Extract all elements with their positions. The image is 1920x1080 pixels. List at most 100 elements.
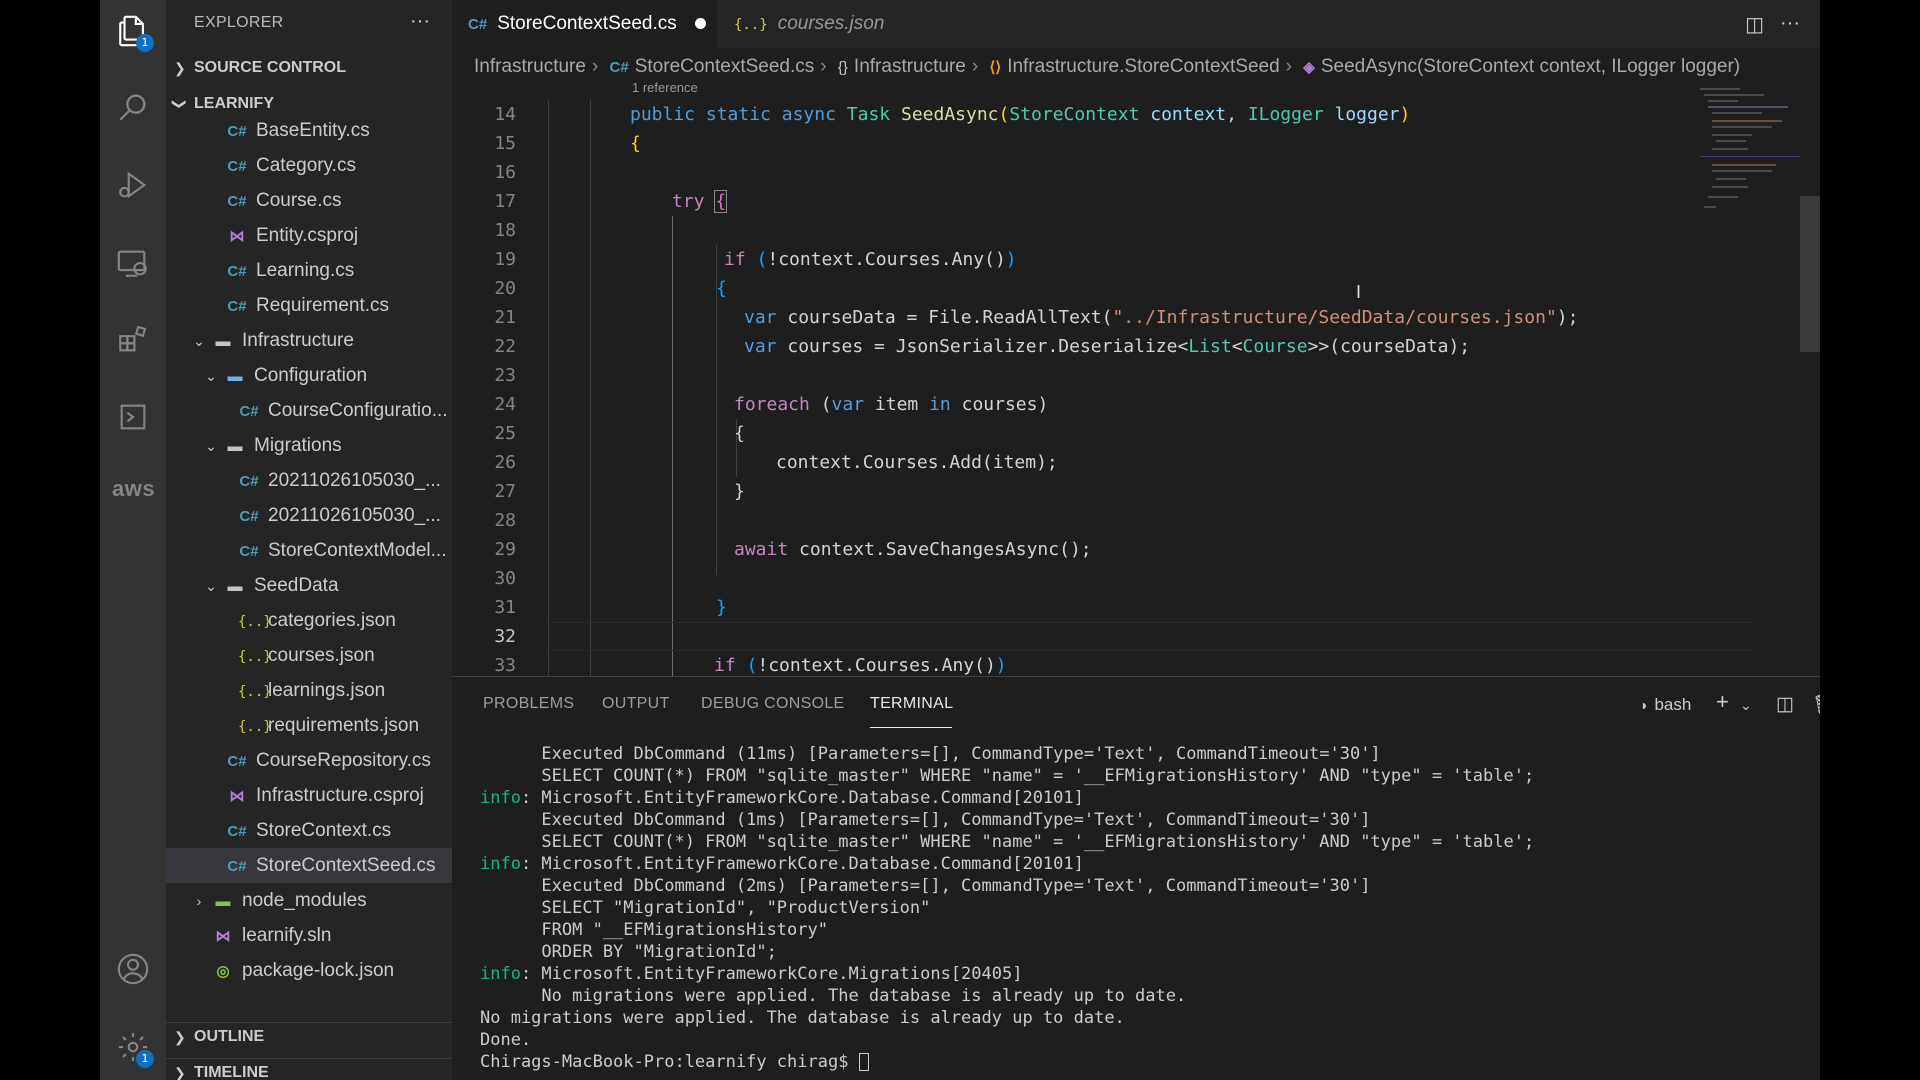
file-label: CourseConfiguratio... bbox=[268, 400, 448, 421]
code-line: 27} bbox=[452, 477, 1752, 506]
token: courses bbox=[950, 394, 1038, 415]
file-courseconfiguration[interactable]: C# CourseConfiguratio... bbox=[166, 393, 452, 428]
file-package-lock[interactable]: ◎ package-lock.json bbox=[166, 953, 452, 988]
tab-debug-console[interactable]: DEBUG CONSOLE bbox=[701, 695, 845, 713]
terminal-output[interactable]: Executed DbCommand (11ms) [Parameters=[]… bbox=[480, 743, 1800, 1080]
tab-output[interactable]: OUTPUT bbox=[602, 695, 670, 713]
tab-problems[interactable]: PROBLEMS bbox=[483, 695, 574, 713]
editor-scrollbar[interactable] bbox=[1800, 196, 1820, 352]
minimap-line bbox=[1712, 148, 1748, 150]
file-courses-json[interactable]: {..}courses.json bbox=[166, 638, 452, 673]
node-folder-icon: ▬ bbox=[215, 893, 231, 910]
file-label: Entity.csproj bbox=[256, 225, 359, 246]
code-line: 29 await context.SaveChangesAsync(); bbox=[452, 535, 1752, 564]
chevron-right-icon: › bbox=[971, 56, 979, 77]
remote-explorer-icon[interactable] bbox=[116, 246, 150, 280]
chevron-down-icon: ⌄ bbox=[205, 368, 217, 384]
file-course[interactable]: C# Course.cs bbox=[166, 183, 452, 218]
file-categories-json[interactable]: {..}categories.json bbox=[166, 603, 452, 638]
terminal-line: SELECT "MigrationId", "ProductVersion" bbox=[480, 898, 931, 918]
split-terminal-icon[interactable]: ◫ bbox=[1776, 693, 1794, 716]
file-storecontext[interactable]: C# StoreContext.cs bbox=[166, 813, 452, 848]
account-icon[interactable] bbox=[116, 952, 150, 986]
file-learnings-json[interactable]: {..}learnings.json bbox=[166, 673, 452, 708]
breadcrumb-item[interactable]: Infrastructure bbox=[474, 56, 586, 77]
shell-label: bash bbox=[1654, 695, 1692, 714]
file-label: Category.cs bbox=[256, 155, 356, 176]
breadcrumb-item[interactable]: Infrastructure.StoreContextSeed bbox=[1007, 56, 1279, 77]
file-requirements-json[interactable]: {..}requirements.json bbox=[166, 708, 452, 743]
tab-courses-json[interactable]: {..} courses.json bbox=[718, 0, 898, 48]
line-number: 24 bbox=[494, 394, 516, 415]
file-label: StoreContext.cs bbox=[256, 820, 392, 841]
file-requirement[interactable]: C# Requirement.cs bbox=[166, 288, 452, 323]
timeline-section[interactable]: ❯ TIMELINE bbox=[166, 1058, 452, 1080]
code-line: 21 var courseData = File.ReadAllText("../… bbox=[452, 303, 1752, 332]
folder-migrations[interactable]: ⌄ ▬ Migrations bbox=[166, 428, 452, 463]
terminal-icon[interactable] bbox=[116, 400, 150, 434]
breadcrumb-item[interactable]: StoreContextSeed.cs bbox=[635, 56, 815, 77]
file-infrastructure-csproj[interactable]: ⋈ Infrastructure.csproj bbox=[166, 778, 452, 813]
line-number: 14 bbox=[494, 104, 516, 125]
tab-storecontextseed[interactable]: C# StoreContextSeed.cs bbox=[452, 0, 718, 48]
token: { bbox=[734, 423, 745, 444]
minimap-line bbox=[1712, 170, 1772, 172]
folder-infrastructure[interactable]: ⌄ ▬ Infrastructure bbox=[166, 323, 452, 358]
csharp-file-icon: C# bbox=[468, 16, 488, 33]
new-terminal-icon[interactable]: + bbox=[1716, 689, 1729, 715]
token: { bbox=[630, 133, 641, 154]
csharp-file-icon: C# bbox=[227, 823, 247, 840]
terminal-prompt[interactable]: Chirags-MacBook-Pro:learnify chirag$ bbox=[480, 1051, 869, 1073]
project-label: LEARNIFY bbox=[194, 95, 274, 112]
more-actions-icon[interactable]: ··· bbox=[1780, 12, 1800, 35]
chevron-down-icon[interactable]: ⌄ bbox=[1740, 697, 1752, 714]
terminal-shell-selector[interactable]: ◗ bash bbox=[1640, 695, 1691, 715]
split-editor-icon[interactable]: ◫ bbox=[1745, 12, 1764, 37]
line-number: 23 bbox=[494, 365, 516, 386]
run-debug-icon[interactable] bbox=[116, 168, 150, 202]
file-migration-1[interactable]: C# 20211026105030_... bbox=[166, 463, 452, 498]
unsaved-dot-icon[interactable] bbox=[694, 18, 706, 30]
file-migration-2[interactable]: C# 20211026105030_... bbox=[166, 498, 452, 533]
tab-terminal[interactable]: TERMINAL bbox=[870, 695, 953, 713]
settings-gear-icon[interactable]: 1 bbox=[116, 1030, 154, 1068]
aws-icon[interactable]: aws bbox=[112, 476, 155, 502]
search-icon[interactable] bbox=[116, 90, 150, 124]
more-actions-icon[interactable]: ··· bbox=[410, 10, 430, 33]
folder-seeddata[interactable]: ⌄ ▬ SeedData bbox=[166, 568, 452, 603]
line-number: 20 bbox=[494, 278, 516, 299]
token: List bbox=[1188, 336, 1232, 357]
breadcrumb-item[interactable]: Infrastructure bbox=[854, 56, 966, 77]
code-line: 15 { bbox=[452, 129, 1752, 158]
csharp-file-icon: C# bbox=[609, 59, 629, 76]
file-label: Learning.cs bbox=[256, 260, 355, 281]
file-storecontextmodel[interactable]: C# StoreContextModel... bbox=[166, 533, 452, 568]
extensions-icon[interactable] bbox=[116, 322, 150, 356]
token: public bbox=[630, 104, 696, 125]
explorer-badge: 1 bbox=[136, 34, 154, 52]
terminal-line: SELECT COUNT(*) FROM "sqlite_master" WHE… bbox=[480, 832, 1535, 852]
file-baseentity[interactable]: C# BaseEntity.cs bbox=[166, 113, 452, 148]
file-category[interactable]: C# Category.cs bbox=[166, 148, 452, 183]
token: >>(courseData); bbox=[1307, 336, 1471, 357]
outline-section[interactable]: ❯ OUTLINE bbox=[166, 1022, 452, 1050]
file-storecontextseed[interactable]: C# StoreContextSeed.cs bbox=[166, 848, 452, 883]
codelens-references[interactable]: 1 reference bbox=[632, 80, 698, 95]
file-entity-csproj[interactable]: ⋈ Entity.csproj bbox=[166, 218, 452, 253]
token: ) bbox=[1399, 104, 1411, 125]
code-editor[interactable]: 14 public static async Task SeedAsync(Sto… bbox=[452, 100, 1752, 676]
breadcrumb-item[interactable]: SeedAsync(StoreContext context, ILogger … bbox=[1321, 56, 1740, 77]
folder-node-modules[interactable]: › ▬ node_modules bbox=[166, 883, 452, 918]
trash-icon[interactable]: 🗑 bbox=[1812, 693, 1820, 717]
explorer-icon[interactable]: 1 bbox=[116, 14, 154, 52]
file-learning[interactable]: C# Learning.cs bbox=[166, 253, 452, 288]
token: } bbox=[716, 597, 727, 618]
file-courserepository[interactable]: C# CourseRepository.cs bbox=[166, 743, 452, 778]
file-learnify-sln[interactable]: ⋈ learnify.sln bbox=[166, 918, 452, 953]
folder-configuration[interactable]: ⌄ ▬ Configuration bbox=[166, 358, 452, 393]
token: ) bbox=[995, 655, 1007, 676]
minimap[interactable] bbox=[1700, 84, 1800, 244]
terminal-line: info: Microsoft.EntityFrameworkCore.Data… bbox=[480, 788, 1084, 808]
source-control-section[interactable]: ❯ SOURCE CONTROL bbox=[166, 54, 452, 82]
